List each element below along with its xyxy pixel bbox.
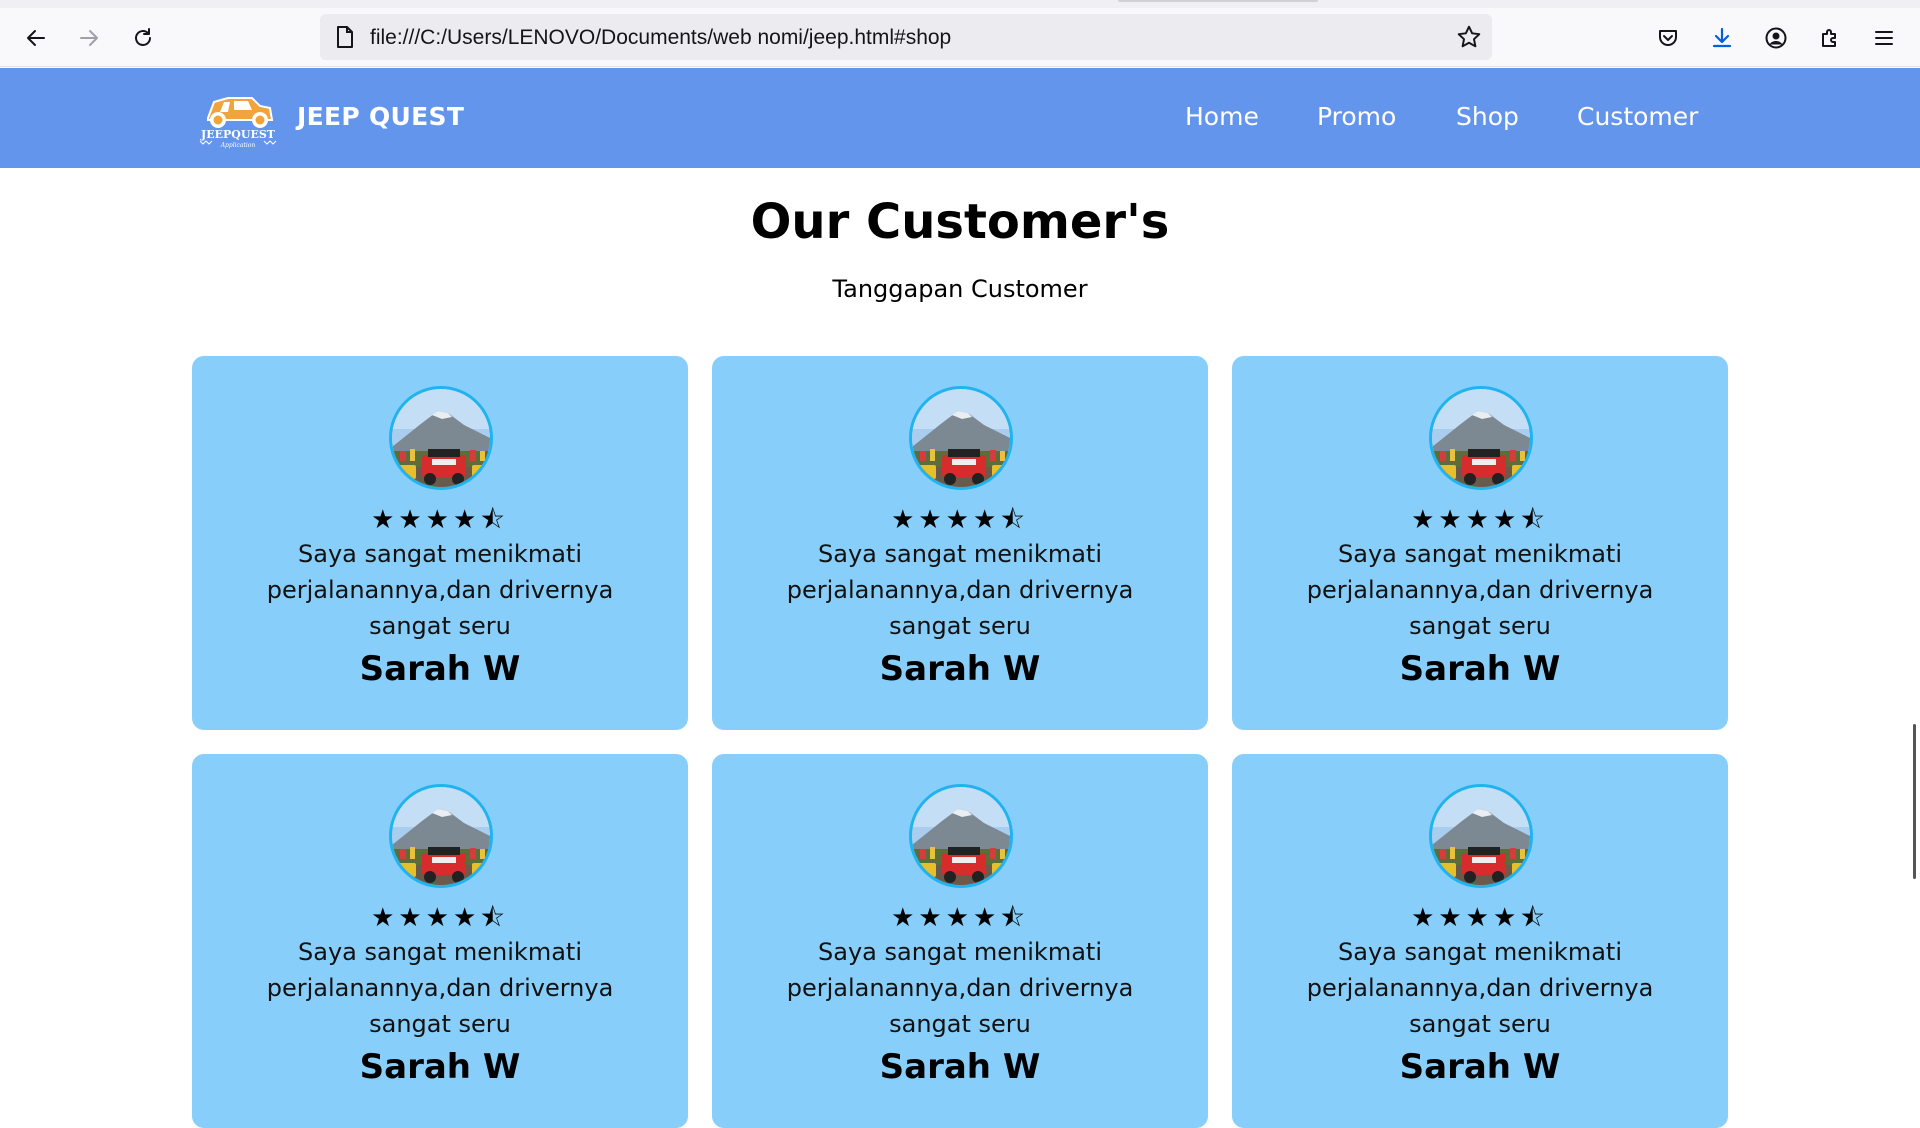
testimonial-card: ★★★★⯪ Saya sangat menikmati perjalananny… xyxy=(712,356,1208,730)
testimonial-card: ★★★★⯪ Saya sangat menikmati perjalananny… xyxy=(712,754,1208,1128)
section-title: Our Customer's xyxy=(750,194,1170,250)
testimonial-card: ★★★★⯪ Saya sangat menikmati perjalananny… xyxy=(1232,754,1728,1128)
customer-avatar xyxy=(1429,386,1533,490)
menu-icon[interactable] xyxy=(1868,22,1900,54)
customer-avatar xyxy=(389,386,493,490)
nav-link-customer[interactable]: Customer xyxy=(1577,102,1698,131)
bookmark-star-icon[interactable] xyxy=(1456,24,1482,50)
customer-avatar xyxy=(909,784,1013,888)
browser-toolbar: file:///C:/Users/LENOVO/Documents/web no… xyxy=(0,8,1920,67)
logo-subtext: Application xyxy=(220,142,256,149)
customer-avatar xyxy=(1429,784,1533,888)
download-icon[interactable] xyxy=(1706,22,1738,54)
testimonial-card: ★★★★⯪ Saya sangat menikmati perjalananny… xyxy=(1232,356,1728,730)
customer-avatar xyxy=(909,386,1013,490)
nav-links: Home Promo Shop Customer xyxy=(0,102,1920,136)
customer-name: Sarah W xyxy=(879,649,1041,689)
url-bar[interactable]: file:///C:/Users/LENOVO/Documents/web no… xyxy=(320,14,1492,60)
page-icon xyxy=(337,26,353,48)
nav-link-promo[interactable]: Promo xyxy=(1317,102,1396,131)
page-scrollbar[interactable] xyxy=(1913,724,1916,879)
customer-name: Sarah W xyxy=(359,1047,521,1087)
reload-icon[interactable] xyxy=(127,22,159,54)
browser-tabstrip xyxy=(0,0,1920,8)
review-text: Saya sangat menikmati perjalanannya,dan … xyxy=(786,938,1134,1038)
back-icon[interactable] xyxy=(20,22,52,54)
customer-name: Sarah W xyxy=(1399,1047,1561,1087)
testimonial-card: ★★★★⯪ Saya sangat menikmati perjalananny… xyxy=(192,754,688,1128)
account-icon[interactable] xyxy=(1760,22,1792,54)
nav-link-shop[interactable]: Shop xyxy=(1456,102,1519,131)
customer-name: Sarah W xyxy=(879,1047,1041,1087)
url-text[interactable]: file:///C:/Users/LENOVO/Documents/web no… xyxy=(370,26,951,50)
customer-name: Sarah W xyxy=(1399,649,1561,689)
section-subtitle: Tanggapan Customer xyxy=(832,275,1088,303)
customer-avatar xyxy=(389,784,493,888)
forward-icon[interactable] xyxy=(73,22,105,54)
review-text: Saya sangat menikmati perjalanannya,dan … xyxy=(266,938,614,1038)
tab-fragment[interactable] xyxy=(1118,0,1318,2)
nav-link-home[interactable]: Home xyxy=(1185,102,1259,131)
extensions-icon[interactable] xyxy=(1814,22,1846,54)
site-navbar: JEEPQUEST Application JEEP QUEST Home Pr… xyxy=(0,68,1920,168)
review-text: Saya sangat menikmati perjalanannya,dan … xyxy=(266,540,614,640)
testimonial-card: ★★★★⯪ Saya sangat menikmati perjalananny… xyxy=(192,356,688,730)
pocket-icon[interactable] xyxy=(1652,22,1684,54)
review-text: Saya sangat menikmati perjalanannya,dan … xyxy=(1306,938,1654,1038)
review-text: Saya sangat menikmati perjalanannya,dan … xyxy=(1306,540,1654,640)
customer-name: Sarah W xyxy=(359,649,521,689)
review-text: Saya sangat menikmati perjalanannya,dan … xyxy=(786,540,1134,640)
